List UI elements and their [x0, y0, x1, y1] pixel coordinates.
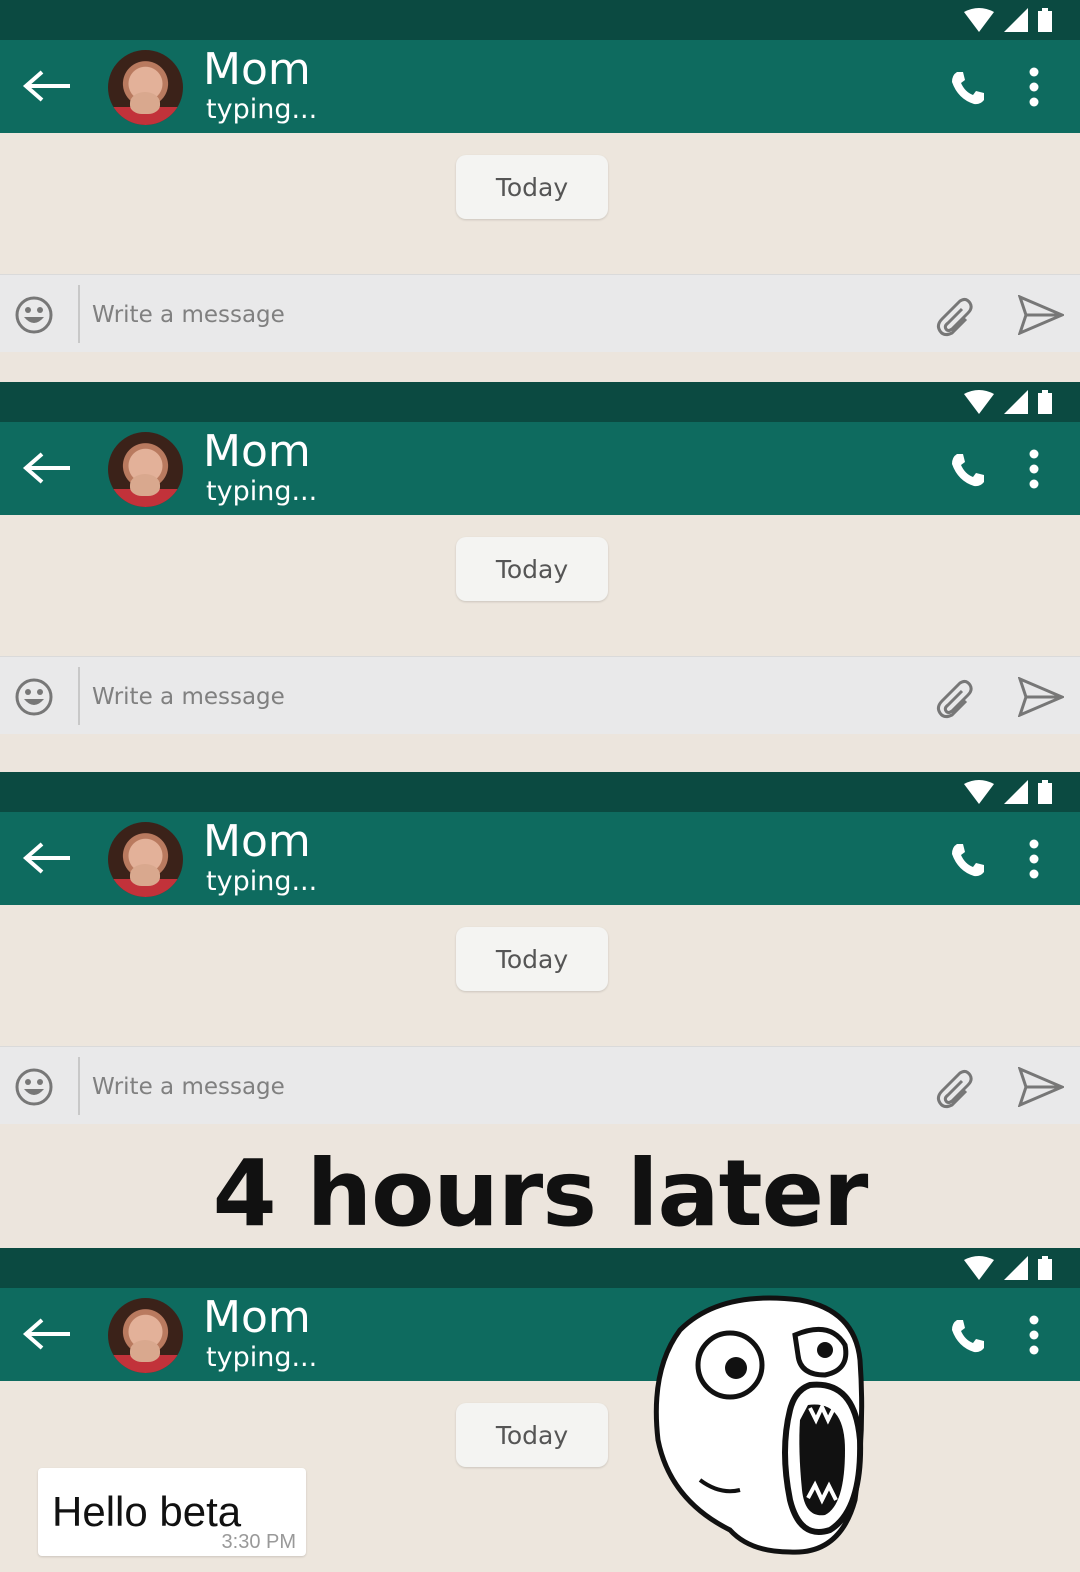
more-vert-icon[interactable]	[1028, 66, 1040, 108]
status-bar	[0, 382, 1080, 422]
wifi-icon	[964, 390, 994, 414]
back-arrow-icon[interactable]	[22, 840, 72, 876]
status-bar	[0, 772, 1080, 812]
avatar[interactable]	[108, 1298, 183, 1373]
more-vert-icon[interactable]	[1028, 448, 1040, 490]
send-icon[interactable]	[1018, 295, 1064, 335]
message-input-bar	[0, 274, 1080, 352]
contact-status: typing...	[206, 476, 318, 507]
send-icon[interactable]	[1018, 677, 1064, 717]
divider	[78, 1057, 80, 1115]
more-vert-icon[interactable]	[1028, 838, 1040, 880]
avatar[interactable]	[108, 50, 183, 125]
contact-name[interactable]: Mom	[203, 426, 311, 477]
contact-status: typing...	[206, 94, 318, 125]
divider	[78, 285, 80, 343]
chat-area: Today	[0, 905, 1080, 1046]
message-input-bar	[0, 1046, 1080, 1124]
contact-name[interactable]: Mom	[203, 44, 311, 95]
chat-panel-2: Mom typing... Today	[0, 382, 1080, 734]
message-input-bar	[0, 656, 1080, 734]
phone-icon[interactable]	[950, 1318, 986, 1354]
divider	[78, 667, 80, 725]
contact-name[interactable]: Mom	[203, 1292, 311, 1343]
battery-icon	[1038, 780, 1052, 804]
wifi-icon	[964, 8, 994, 32]
incoming-message[interactable]: Hello beta 3:30 PM	[38, 1468, 306, 1556]
emoji-icon[interactable]	[14, 677, 54, 717]
date-chip: Today	[456, 1403, 608, 1467]
contact-status: typing...	[206, 866, 318, 897]
chat-panel-1: Mom typing... Today	[0, 0, 1080, 352]
back-arrow-icon[interactable]	[22, 1316, 72, 1352]
contact-name[interactable]: Mom	[203, 816, 311, 867]
phone-icon[interactable]	[950, 452, 986, 488]
date-chip: Today	[456, 927, 608, 991]
paperclip-icon[interactable]	[936, 679, 976, 719]
phone-icon[interactable]	[950, 842, 986, 878]
chat-header: Mom typing...	[0, 422, 1080, 515]
message-text: Hello beta	[52, 1488, 242, 1535]
signal-icon	[1004, 390, 1028, 414]
status-bar	[0, 0, 1080, 40]
chat-area: Today	[0, 133, 1080, 274]
contact-status: typing...	[206, 1342, 318, 1373]
chat-header: Mom typing...	[0, 1288, 1080, 1381]
battery-icon	[1038, 390, 1052, 414]
emoji-icon[interactable]	[14, 1067, 54, 1107]
message-input[interactable]	[92, 295, 892, 335]
time-caption: 4 hours later	[212, 1140, 869, 1247]
send-icon[interactable]	[1018, 1067, 1064, 1107]
chat-header: Mom typing...	[0, 40, 1080, 133]
date-chip: Today	[456, 537, 608, 601]
back-arrow-icon[interactable]	[22, 450, 72, 486]
chat-panel-3: Mom typing... Today	[0, 772, 1080, 1124]
back-arrow-icon[interactable]	[22, 68, 72, 104]
message-input[interactable]	[92, 1067, 892, 1107]
avatar[interactable]	[108, 822, 183, 897]
paperclip-icon[interactable]	[936, 1069, 976, 1109]
more-vert-icon[interactable]	[1028, 1314, 1040, 1356]
message-time: 3:30 PM	[221, 1531, 296, 1553]
avatar[interactable]	[108, 432, 183, 507]
signal-icon	[1004, 780, 1028, 804]
signal-icon	[1004, 1256, 1028, 1280]
message-input[interactable]	[92, 677, 892, 717]
wifi-icon	[964, 1256, 994, 1280]
chat-area: Today	[0, 515, 1080, 656]
battery-icon	[1038, 1256, 1052, 1280]
date-chip: Today	[456, 155, 608, 219]
wifi-icon	[964, 780, 994, 804]
status-bar	[0, 1248, 1080, 1288]
signal-icon	[1004, 8, 1028, 32]
battery-icon	[1038, 8, 1052, 32]
phone-icon[interactable]	[950, 70, 986, 106]
paperclip-icon[interactable]	[936, 297, 976, 337]
rage-face-icon	[653, 1295, 865, 1555]
chat-header: Mom typing...	[0, 812, 1080, 905]
emoji-icon[interactable]	[14, 295, 54, 335]
